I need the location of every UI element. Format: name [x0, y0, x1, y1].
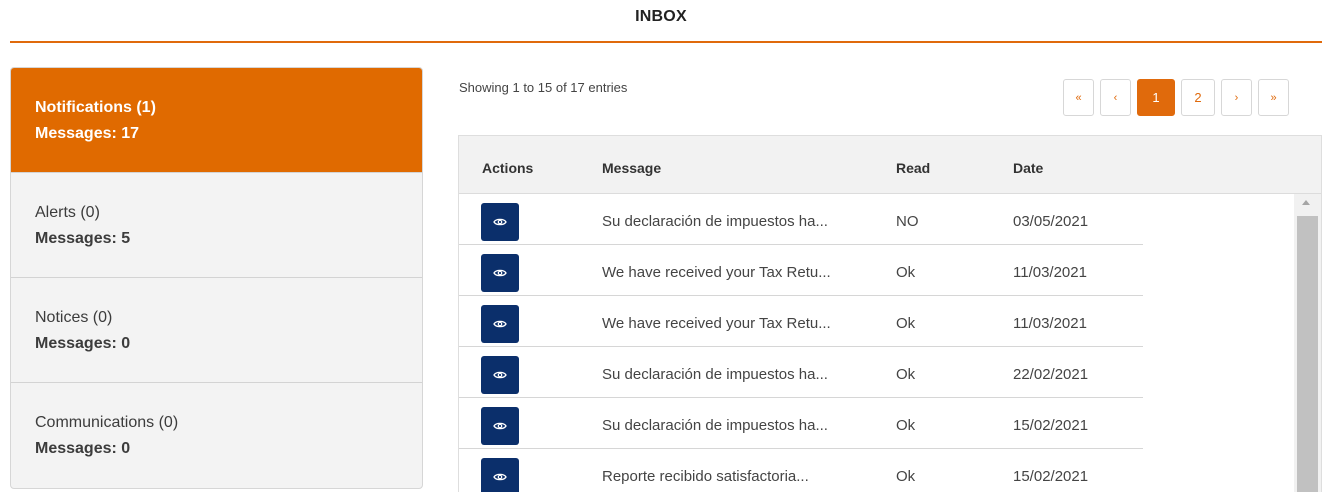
table-row[interactable]: Su declaración de impuestos ha... NO 03/… — [459, 194, 1143, 245]
date-cell: 15/02/2021 — [1013, 417, 1089, 434]
messages-table: Actions Message Read Date Su declaración… — [458, 135, 1322, 492]
previous-page-button[interactable]: ‹ — [1100, 79, 1131, 116]
table-row[interactable]: Reporte recibido satisfactoria... Ok 15/… — [459, 449, 1143, 492]
page-2-button[interactable]: 2 — [1181, 79, 1215, 116]
date-cell: 22/02/2021 — [1013, 366, 1089, 383]
read-status-cell: Ok — [896, 417, 916, 434]
read-status-cell: Ok — [896, 315, 916, 332]
date-cell: 11/03/2021 — [1013, 315, 1087, 332]
table-row[interactable]: We have received your Tax Retu... Ok 11/… — [459, 245, 1143, 296]
table-row[interactable]: Su declaración de impuestos ha... Ok 15/… — [459, 398, 1143, 449]
eye-icon — [493, 473, 507, 481]
pagination: « ‹ 1 2 › » — [1063, 79, 1289, 116]
view-message-button[interactable] — [481, 407, 519, 445]
message-cell: Su declaración de impuestos ha... — [602, 366, 828, 383]
page-1-button[interactable]: 1 — [1137, 79, 1175, 116]
view-message-button[interactable] — [481, 356, 519, 394]
sidebar-item-count: Messages: 0 — [35, 335, 131, 352]
eye-icon — [493, 269, 507, 277]
read-status-cell: Ok — [896, 468, 916, 485]
first-page-button[interactable]: « — [1063, 79, 1094, 116]
table-body: Su declaración de impuestos ha... NO 03/… — [459, 194, 1321, 492]
column-header-message[interactable]: Message — [602, 160, 661, 176]
page-title: INBOX — [635, 8, 687, 25]
view-message-button[interactable] — [481, 458, 519, 492]
sidebar-item-notifications[interactable]: Notifications (1) Messages: 17 — [11, 68, 422, 173]
sidebar-item-label: Notices (0) — [35, 309, 113, 326]
sidebar-item-count: Messages: 5 — [35, 230, 131, 247]
table-row[interactable]: We have received your Tax Retu... Ok 11/… — [459, 296, 1143, 347]
message-cell: Su declaración de impuestos ha... — [602, 213, 828, 230]
read-status-cell: Ok — [896, 366, 916, 383]
sidebar-item-notices[interactable]: Notices (0) Messages: 0 — [11, 278, 422, 383]
view-message-button[interactable] — [481, 254, 519, 292]
column-header-actions[interactable]: Actions — [482, 160, 533, 176]
scrollbar-thumb[interactable] — [1297, 216, 1318, 492]
entries-info: Showing 1 to 15 of 17 entries — [459, 80, 628, 95]
view-message-button[interactable] — [481, 203, 519, 241]
view-message-button[interactable] — [481, 305, 519, 343]
date-cell: 15/02/2021 — [1013, 468, 1089, 485]
eye-icon — [493, 371, 507, 379]
sidebar-item-alerts[interactable]: Alerts (0) Messages: 5 — [11, 173, 422, 278]
title-divider — [10, 41, 1322, 43]
date-cell: 03/05/2021 — [1013, 213, 1089, 230]
table-scrollbar[interactable] — [1294, 194, 1321, 492]
message-cell: We have received your Tax Retu... — [602, 315, 831, 332]
sidebar-item-label: Communications (0) — [35, 414, 179, 431]
category-sidebar: Notifications (1) Messages: 17 Alerts (0… — [10, 67, 423, 489]
sidebar-item-count: Messages: 0 — [35, 440, 131, 457]
eye-icon — [493, 320, 507, 328]
message-cell: Reporte recibido satisfactoria... — [602, 468, 809, 485]
table-header: Actions Message Read Date — [459, 136, 1321, 194]
sidebar-item-count: Messages: 17 — [35, 125, 140, 142]
next-page-button[interactable]: › — [1221, 79, 1252, 116]
message-cell: Su declaración de impuestos ha... — [602, 417, 828, 434]
last-page-button[interactable]: » — [1258, 79, 1289, 116]
sidebar-item-label: Alerts (0) — [35, 204, 100, 221]
column-header-read[interactable]: Read — [896, 160, 930, 176]
read-status-cell: Ok — [896, 264, 916, 281]
read-status-cell: NO — [896, 213, 919, 230]
column-header-date[interactable]: Date — [1013, 160, 1043, 176]
eye-icon — [493, 422, 507, 430]
sidebar-item-label: Notifications (1) — [35, 99, 156, 116]
message-cell: We have received your Tax Retu... — [602, 264, 831, 281]
scroll-up-arrow-icon[interactable] — [1302, 200, 1310, 205]
date-cell: 11/03/2021 — [1013, 264, 1087, 281]
sidebar-item-communications[interactable]: Communications (0) Messages: 0 — [11, 383, 422, 488]
eye-icon — [493, 218, 507, 226]
table-row[interactable]: Su declaración de impuestos ha... Ok 22/… — [459, 347, 1143, 398]
